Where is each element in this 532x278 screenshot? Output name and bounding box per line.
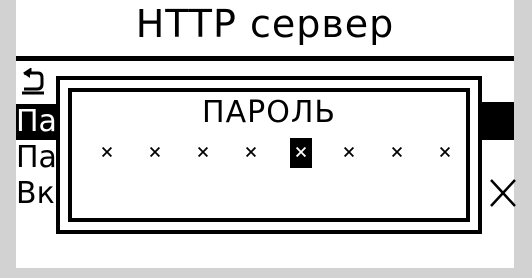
header-divider [16, 56, 514, 61]
frame-bottom [0, 268, 532, 278]
password-field[interactable]: × × × × × × × × [96, 138, 452, 174]
password-char[interactable]: × [96, 138, 118, 168]
lcd-screen: HTTP сервер Па Па Вк ПАРОЛЬ × × × × × × … [0, 0, 532, 278]
frame-left [0, 0, 16, 278]
header: HTTP сервер [16, 0, 514, 62]
back-arrow-icon[interactable] [20, 68, 46, 96]
dialog-title: ПАРОЛЬ [202, 95, 336, 130]
selected-row-highlight [480, 102, 514, 140]
password-char[interactable]: × [192, 138, 214, 168]
password-char-cursor[interactable]: × [290, 138, 312, 168]
page-title: HTTP сервер [135, 2, 395, 46]
password-char[interactable]: × [338, 138, 360, 168]
password-char[interactable]: × [144, 138, 166, 168]
password-char[interactable]: × [240, 138, 262, 168]
password-char[interactable]: × [434, 138, 456, 168]
menu-item-enable[interactable]: Вк [16, 176, 55, 212]
dialog-inner-frame: ПАРОЛЬ × × × × × × × × [68, 88, 470, 222]
menu-item-password[interactable]: Па [16, 104, 59, 140]
password-dialog: ПАРОЛЬ × × × × × × × × [56, 76, 482, 234]
menu-item-2[interactable]: Па [16, 140, 57, 176]
frame-right [514, 0, 532, 278]
close-icon [490, 179, 516, 207]
password-char[interactable]: × [386, 138, 408, 168]
